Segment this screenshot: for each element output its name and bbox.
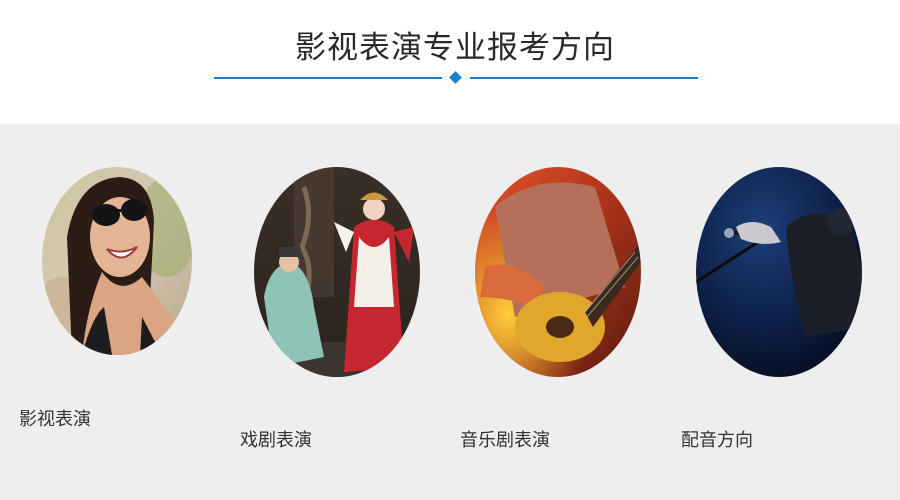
diamond-icon xyxy=(449,71,462,84)
section-header: 影视表演专业报考方向 xyxy=(0,0,900,124)
direction-image-drama[interactable] xyxy=(254,167,420,377)
directions-band: 影视表演 戏剧表演 音乐剧表演 配音方向 xyxy=(0,124,900,500)
direction-label-film-acting[interactable]: 影视表演 xyxy=(19,405,91,431)
divider-line-left xyxy=(214,77,442,79)
direction-image-musical[interactable] xyxy=(475,167,641,377)
microphone-photo-icon xyxy=(696,167,862,377)
direction-label-musical[interactable]: 音乐剧表演 xyxy=(460,426,550,452)
guitarist-photo-icon xyxy=(475,167,641,377)
page: 影视表演专业报考方向 影视表演 戏剧表演 音乐剧表演 配音方向 xyxy=(0,0,900,500)
direction-label-drama[interactable]: 戏剧表演 xyxy=(240,426,312,452)
divider-line-right xyxy=(470,77,698,79)
smiling-woman-photo-icon xyxy=(42,167,192,355)
direction-image-film-acting[interactable] xyxy=(42,167,192,355)
page-title: 影视表演专业报考方向 xyxy=(295,30,615,66)
opera-performers-photo-icon xyxy=(254,167,420,377)
direction-label-dubbing[interactable]: 配音方向 xyxy=(681,426,753,452)
direction-image-dubbing[interactable] xyxy=(696,167,862,377)
